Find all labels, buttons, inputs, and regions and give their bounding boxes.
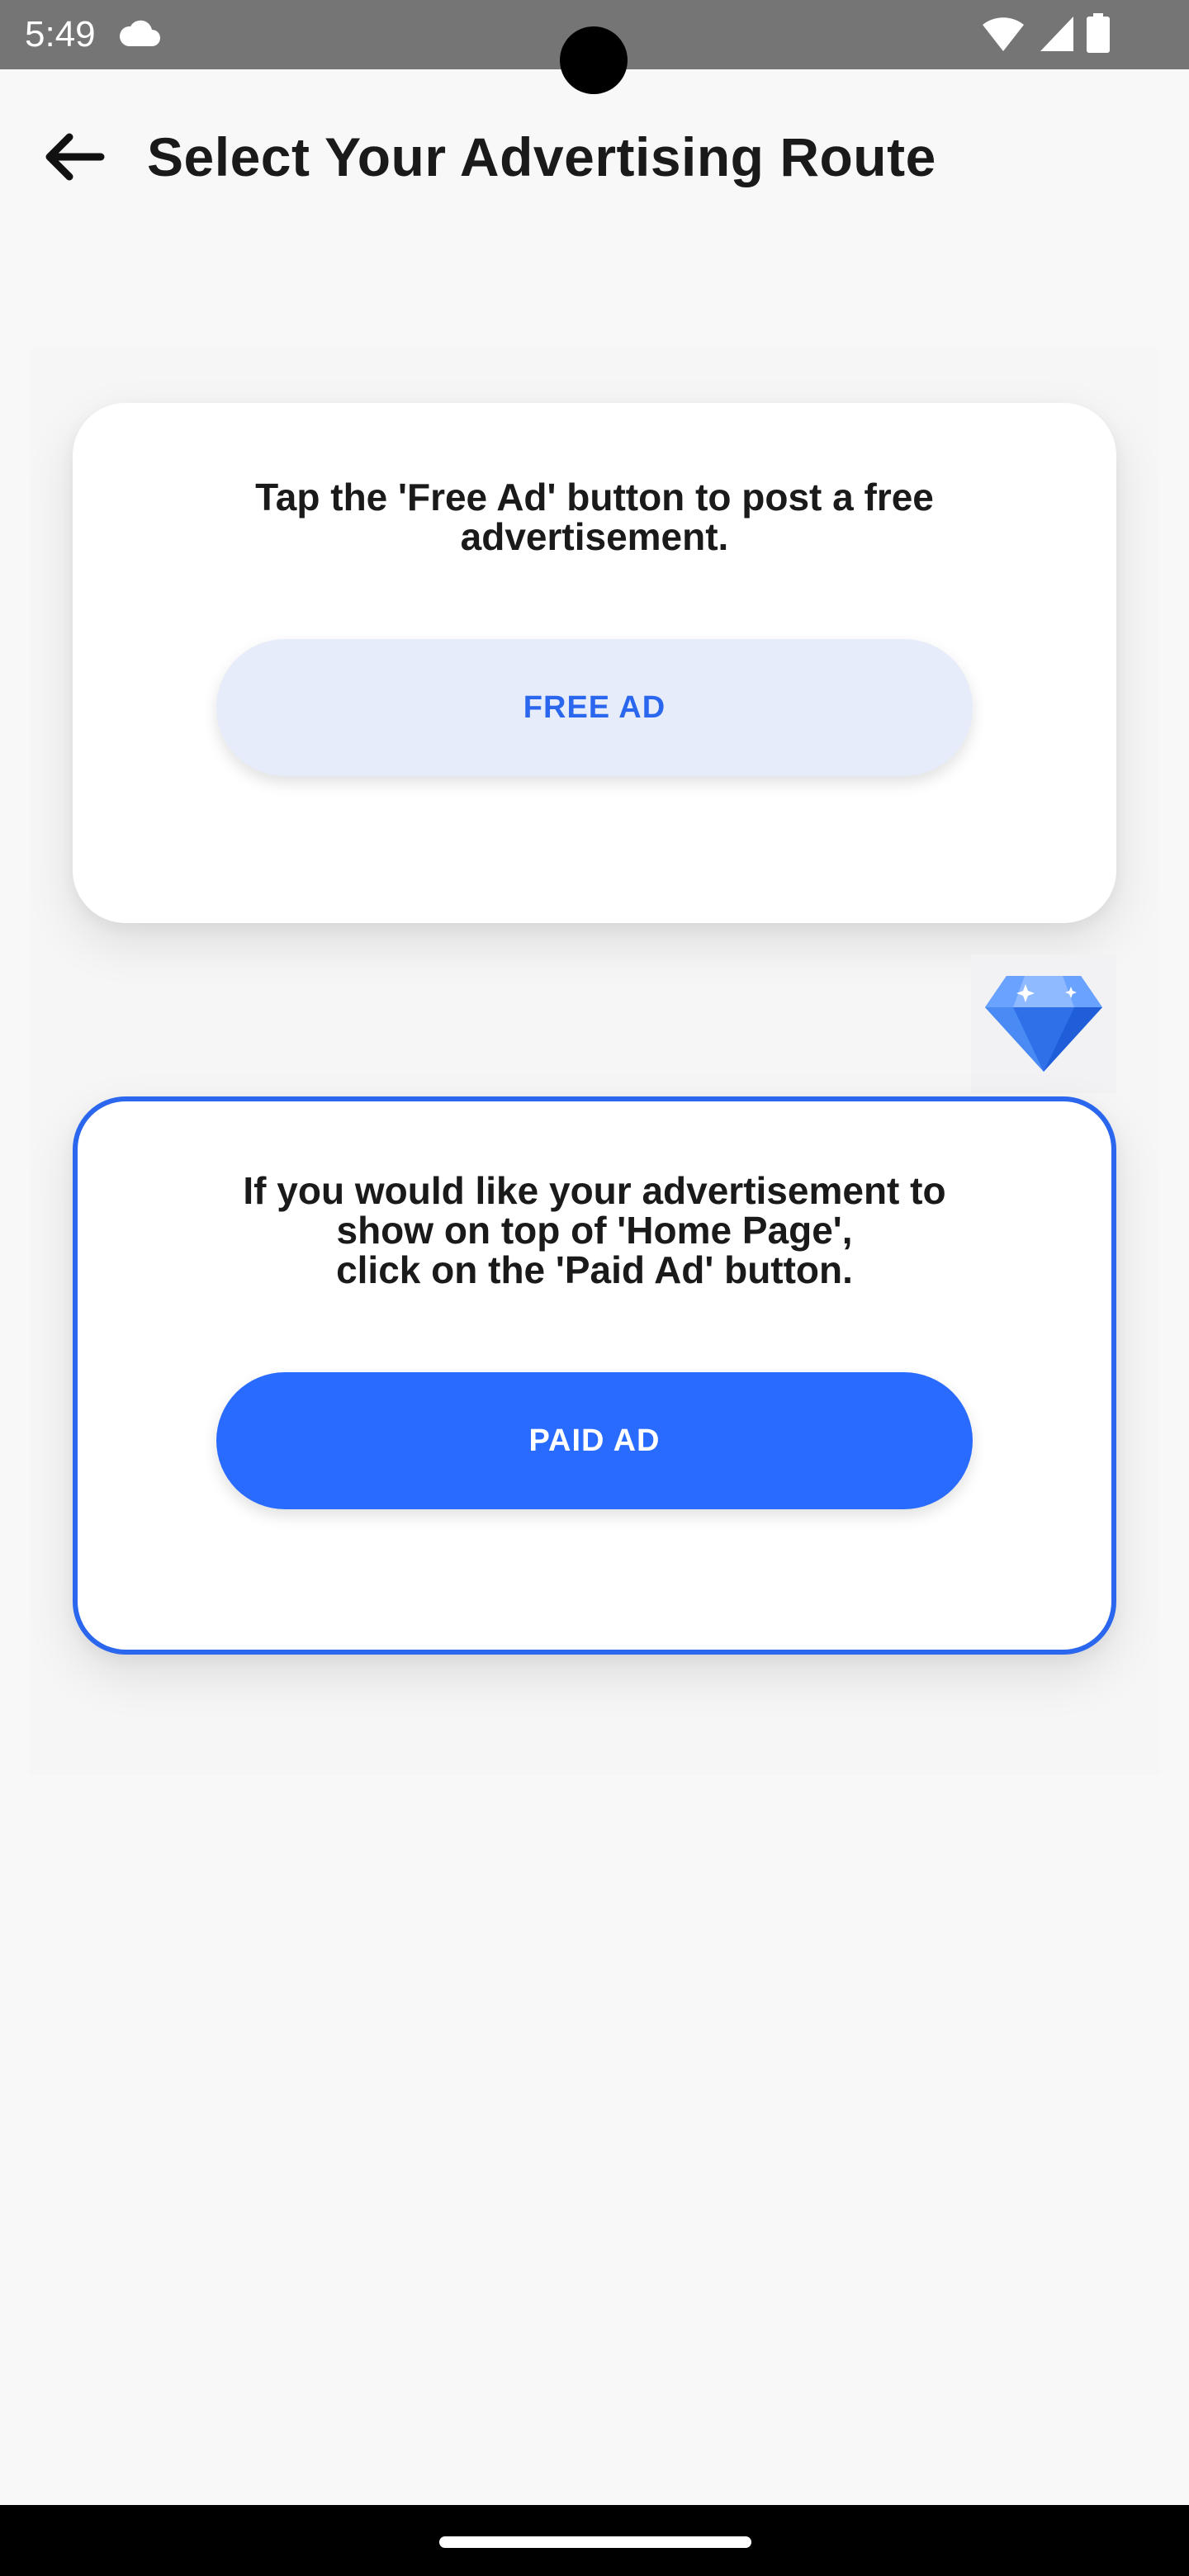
navigation-bar — [0, 2505, 1189, 2576]
camera-cutout — [560, 26, 628, 94]
diamond-icon — [985, 976, 1102, 1072]
paid-ad-button[interactable]: PAID AD — [216, 1372, 973, 1509]
cloud-icon — [119, 20, 160, 46]
status-bar: 5:49 — [0, 0, 1189, 94]
page-title: Select Your Advertising Route — [147, 126, 936, 187]
back-button[interactable] — [33, 124, 112, 190]
premium-badge — [971, 954, 1116, 1093]
battery-icon — [1087, 13, 1110, 53]
status-time: 5:49 — [25, 14, 96, 54]
wifi-icon — [983, 17, 1024, 51]
free-ad-button[interactable]: FREE AD — [216, 639, 973, 776]
paid-ad-description: If you would like your advertisement to … — [243, 1169, 946, 1291]
free-ad-card: Tap the 'Free Ad' button to post a free … — [73, 403, 1116, 923]
free-ad-description: Tap the 'Free Ad' button to post a free … — [255, 476, 934, 558]
home-handle[interactable] — [439, 2536, 751, 2548]
signal-icon — [1040, 17, 1073, 51]
arrow-left-icon — [45, 133, 105, 181]
paid-ad-card: If you would like your advertisement to … — [73, 1096, 1116, 1655]
